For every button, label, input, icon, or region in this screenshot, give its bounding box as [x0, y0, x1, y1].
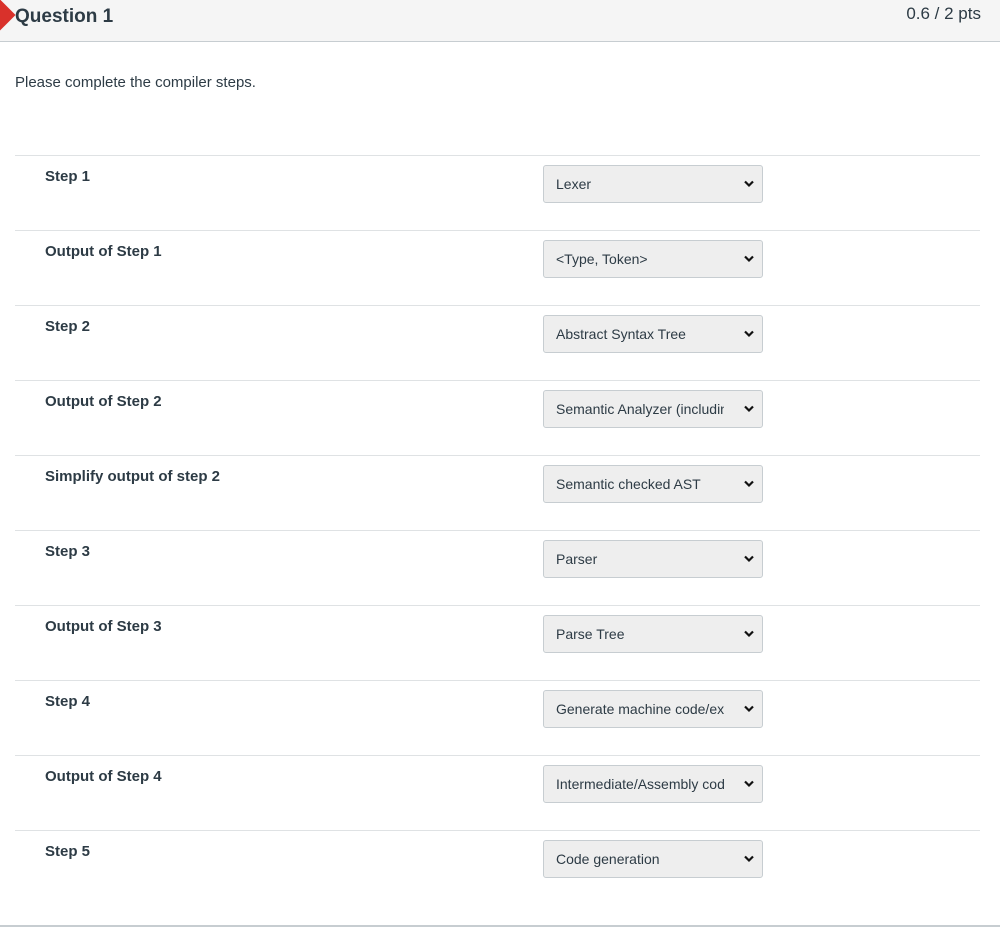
answer-dropdown[interactable]: Parse Tree [543, 615, 763, 653]
answer-dropdown[interactable]: Code generation [543, 840, 763, 878]
chevron-down-icon [744, 255, 754, 263]
answer-row: Simplify output of step 2 Semantic check… [15, 455, 980, 530]
dropdown-selected-value: Generate machine code/exe [556, 701, 724, 717]
answer-dropdown[interactable]: Lexer [543, 165, 763, 203]
answer-dropdown[interactable]: Abstract Syntax Tree [543, 315, 763, 353]
chevron-down-icon [744, 180, 754, 188]
answer-label: Step 2 [45, 318, 91, 335]
answer-label: Simplify output of step 2 [45, 468, 220, 485]
question-points: 0.6 / 2 pts [906, 4, 981, 23]
answer-row: Step 4 Generate machine code/exe [15, 680, 980, 755]
answer-row: Output of Step 2 Semantic Analyzer (incl… [15, 380, 980, 455]
dropdown-selected-value: <Type, Token> [556, 251, 648, 267]
dropdown-selected-value: Abstract Syntax Tree [556, 326, 686, 342]
chevron-down-icon [744, 780, 754, 788]
answer-row: Output of Step 1 <Type, Token> [15, 230, 980, 305]
answer-dropdown[interactable]: <Type, Token> [543, 240, 763, 278]
answer-label: Output of Step 1 [45, 243, 162, 260]
answer-label: Output of Step 4 [45, 768, 162, 785]
answer-dropdown[interactable]: Intermediate/Assembly code [543, 765, 763, 803]
question-title: Question 1 [15, 6, 114, 27]
chevron-down-icon [744, 555, 754, 563]
question-flag-icon [0, 0, 16, 31]
question-header: Question 1 0.6 / 2 pts [0, 0, 1000, 42]
answer-label: Step 4 [45, 693, 91, 710]
answer-label: Output of Step 2 [45, 393, 162, 410]
chevron-down-icon [744, 855, 754, 863]
answer-label: Step 1 [45, 168, 91, 185]
answer-label: Step 3 [45, 543, 91, 560]
chevron-down-icon [744, 630, 754, 638]
dropdown-selected-value: Code generation [556, 851, 660, 867]
answer-row: Output of Step 3 Parse Tree [15, 605, 980, 680]
dropdown-selected-value: Semantic Analyzer (including Type [556, 401, 724, 417]
answer-row: Step 5 Code generation [15, 830, 980, 905]
dropdown-selected-value: Intermediate/Assembly code [556, 776, 724, 792]
answer-dropdown[interactable]: Parser [543, 540, 763, 578]
dropdown-selected-value: Semantic checked AST [556, 476, 701, 492]
answer-dropdown[interactable]: Semantic checked AST [543, 465, 763, 503]
answer-row: Step 2 Abstract Syntax Tree [15, 305, 980, 380]
answer-label: Step 5 [45, 843, 91, 860]
answer-row: Output of Step 4 Intermediate/Assembly c… [15, 755, 980, 830]
chevron-down-icon [744, 330, 754, 338]
answer-label: Output of Step 3 [45, 618, 162, 635]
dropdown-selected-value: Lexer [556, 176, 592, 192]
answer-row: Step 3 Parser [15, 530, 980, 605]
answer-dropdown[interactable]: Generate machine code/exe [543, 690, 763, 728]
dropdown-selected-value: Parser [556, 551, 598, 567]
chevron-down-icon [744, 405, 754, 413]
chevron-down-icon [744, 480, 754, 488]
dropdown-selected-value: Parse Tree [556, 626, 625, 642]
answer-list: Step 1 Lexer Output of Step 1 <Type, Tok… [15, 155, 980, 905]
chevron-down-icon [744, 705, 754, 713]
question-prompt: Please complete the compiler steps. [15, 74, 256, 91]
answer-dropdown[interactable]: Semantic Analyzer (including Type [543, 390, 763, 428]
answer-row: Step 1 Lexer [15, 155, 980, 230]
